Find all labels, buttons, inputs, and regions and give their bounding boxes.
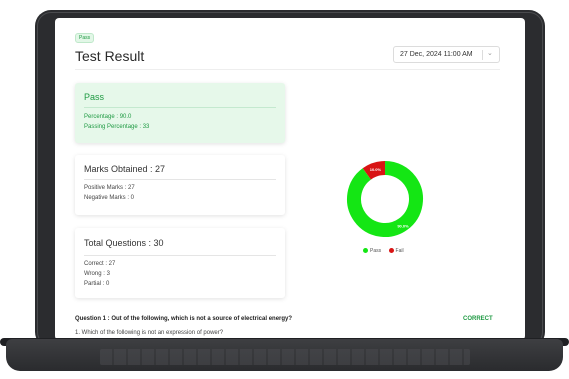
donut-label-fail: 10.0% xyxy=(370,167,382,172)
result-donut-chart: 10.0% 90.0% xyxy=(347,160,423,237)
legend-swatch-fail xyxy=(388,248,394,254)
legend-label-fail: Fail xyxy=(395,248,404,254)
status-badge: Pass xyxy=(75,33,95,43)
page-title: Test Result xyxy=(75,48,145,64)
correct-count-text: Correct : 27 xyxy=(84,261,116,267)
laptop-keyboard xyxy=(100,349,470,365)
legend-item-pass: Pass xyxy=(363,248,381,254)
date-select-separator xyxy=(482,50,483,60)
negative-marks-text: Negative Marks : 0 xyxy=(84,195,135,201)
pass-card: Pass Percentage : 90.0 Passing Percentag… xyxy=(75,83,285,143)
pass-card-divider xyxy=(84,107,276,108)
chart-legend: Pass Fail xyxy=(363,248,410,254)
marks-card-divider xyxy=(84,179,276,180)
donut-label-pass: 90.0% xyxy=(397,224,409,229)
total-card-divider xyxy=(84,255,276,256)
date-select-value: 27 Dec, 2024 11:00 AM xyxy=(400,51,473,58)
date-select[interactable]: 27 Dec, 2024 11:00 AM ⌄ xyxy=(393,46,500,63)
legend-item-fail: Fail xyxy=(388,248,404,254)
question-status-badge: CORRECT xyxy=(463,316,493,322)
total-card-heading: Total Questions : 30 xyxy=(84,238,164,248)
wrong-count-text: Wrong : 3 xyxy=(84,271,110,277)
marks-card-heading: Marks Obtained : 27 xyxy=(84,164,166,174)
passing-percentage-text: Passing Percentage : 33 xyxy=(84,124,150,130)
pass-card-heading: Pass xyxy=(84,92,105,102)
chevron-down-icon[interactable]: ⌄ xyxy=(487,49,493,57)
partial-count-text: Partial : 0 xyxy=(84,281,110,287)
legend-label-pass: Pass xyxy=(370,248,382,254)
screen: Pass Test Result 27 Dec, 2024 11:00 AM ⌄… xyxy=(55,18,525,340)
marks-card: Marks Obtained : 27 Positive Marks : 27 … xyxy=(75,155,285,215)
legend-swatch-pass xyxy=(363,248,368,254)
total-questions-card: Total Questions : 30 Correct : 27 Wrong … xyxy=(75,228,285,298)
question-title: Question 1 : Out of the following, which… xyxy=(75,316,293,322)
positive-marks-text: Positive Marks : 27 xyxy=(84,185,135,191)
header-divider xyxy=(75,69,500,70)
question-subtext: 1. Which of the following is not an expr… xyxy=(75,330,224,336)
percentage-text: Percentage : 90.0 xyxy=(84,114,132,120)
